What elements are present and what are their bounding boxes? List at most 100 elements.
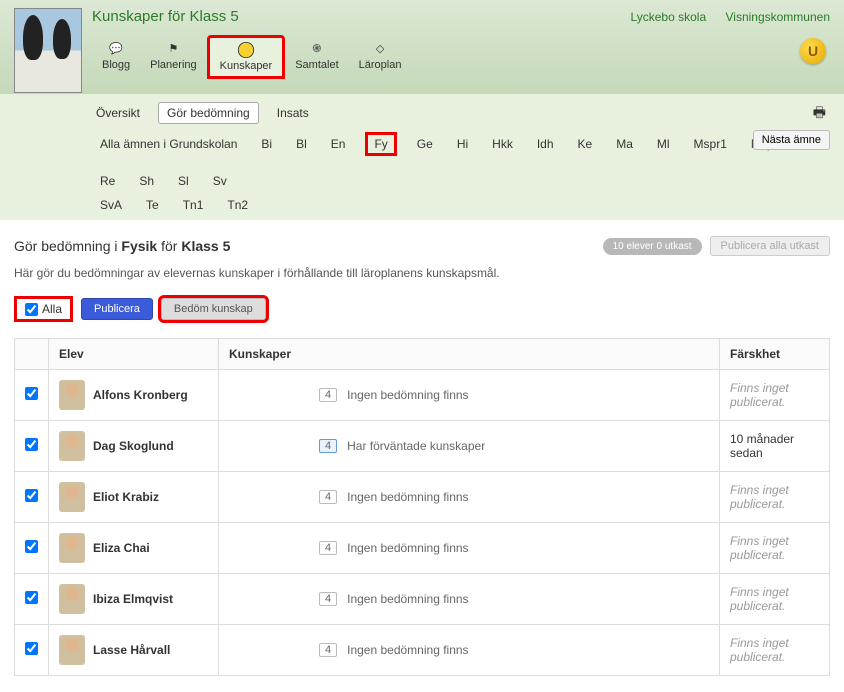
- row-checkbox[interactable]: [25, 438, 38, 451]
- subject-sh[interactable]: Sh: [135, 172, 158, 190]
- table-row: Lasse Hårvall 4Ingen bedömning finns Finns…: [15, 625, 830, 676]
- school-link[interactable]: Lyckebo skola: [631, 10, 707, 24]
- assessment-table: Elev Kunskaper Färskhet Alfons Kronberg4…: [14, 338, 830, 676]
- tab-laroplan[interactable]: ◇ Läroplan: [349, 35, 412, 79]
- publish-all-button[interactable]: Publicera alla utkast: [710, 236, 830, 256]
- student-cell[interactable]: Lasse Hårvall: [59, 635, 208, 665]
- tab-label: Planering: [150, 59, 196, 71]
- title-pre: Gör bedömning i: [14, 238, 121, 254]
- speech-icon: 💬: [105, 39, 127, 57]
- title-class: Klass 5: [181, 238, 230, 254]
- subject-te[interactable]: Te: [142, 196, 163, 214]
- tab-label: Läroplan: [359, 59, 402, 71]
- status-text: Ingen bedömning finns: [347, 388, 468, 402]
- freshness-cell: Finns inget publicerat.: [720, 574, 830, 625]
- select-all-checkbox[interactable]: [25, 303, 38, 316]
- publish-button[interactable]: Publicera: [81, 298, 153, 320]
- subject-sva[interactable]: SvA: [96, 196, 126, 214]
- tab-blogg[interactable]: 💬 Blogg: [92, 35, 140, 79]
- subject-tn2[interactable]: Tn2: [223, 196, 252, 214]
- kunskap-cell: 4Ingen bedömning finns: [229, 541, 709, 555]
- avatar: [59, 431, 85, 461]
- row-checkbox[interactable]: [25, 591, 38, 604]
- municipality-link[interactable]: Visningskommunen: [725, 10, 830, 24]
- user-badge[interactable]: U: [800, 38, 826, 64]
- subject-alla[interactable]: Alla ämnen i Grundskolan: [96, 135, 241, 153]
- target-icon: [236, 42, 256, 58]
- subject-ml[interactable]: Ml: [653, 135, 674, 153]
- subject-bl[interactable]: Bl: [292, 135, 311, 153]
- status-text: Har förväntade kunskaper: [347, 439, 485, 453]
- subject-en[interactable]: En: [327, 135, 350, 153]
- freshness-cell: Finns inget publicerat.: [720, 472, 830, 523]
- subject-fy[interactable]: Fy: [365, 132, 396, 156]
- kunskap-cell: 4Ingen bedömning finns: [229, 490, 709, 504]
- table-row: Ibiza Elmqvist 4 Ingen bedömning finns Finn…: [15, 574, 830, 625]
- student-cell[interactable]: Dag Skoglund: [59, 431, 208, 461]
- subject-ge[interactable]: Ge: [413, 135, 437, 153]
- tab-kunskaper[interactable]: Kunskaper: [207, 35, 286, 79]
- class-image: [14, 8, 82, 93]
- tab-label: Kunskaper: [220, 60, 273, 72]
- table-row: Eliot Krabiz 4Ingen bedömning finns Finns …: [15, 472, 830, 523]
- tab-label: Blogg: [102, 59, 130, 71]
- table-row: Eliza Chai 4Ingen bedömning finns Finns in…: [15, 523, 830, 574]
- subject-tn1[interactable]: Tn1: [179, 196, 208, 214]
- subject-mspr1[interactable]: Mspr1: [690, 135, 731, 153]
- assess-button[interactable]: Bedöm kunskap: [161, 298, 266, 320]
- flag-icon: ⚑: [162, 39, 184, 57]
- subject-hkk[interactable]: Hkk: [488, 135, 517, 153]
- top-links: Lyckebo skola Visningskommunen: [615, 10, 830, 24]
- status-text: Ingen bedömning finns: [347, 592, 468, 606]
- select-all-label: Alla: [42, 302, 62, 316]
- student-cell[interactable]: Eliot Krabiz: [59, 482, 208, 512]
- select-all[interactable]: Alla: [14, 296, 73, 322]
- student-name: Lasse Hårvall: [93, 643, 170, 657]
- content-title: Gör bedömning i Fysik för Klass 5: [14, 238, 230, 254]
- student-name: Dag Skoglund: [93, 439, 174, 453]
- subject-ke[interactable]: Ke: [574, 135, 597, 153]
- subject-sl[interactable]: Sl: [174, 172, 193, 190]
- student-cell[interactable]: Alfons Kronberg: [59, 380, 208, 410]
- swirl-icon: ֍: [306, 39, 328, 57]
- count-badge: 4: [319, 643, 337, 657]
- tab-planering[interactable]: ⚑ Planering: [140, 35, 206, 79]
- freshness-cell: Finns inget publicerat.: [720, 370, 830, 421]
- kunskap-cell: 4Ingen bedömning finns: [229, 643, 709, 657]
- row-checkbox[interactable]: [25, 540, 38, 553]
- book-icon: ◇: [369, 39, 391, 57]
- student-cell[interactable]: Ibiza Elmqvist: [59, 584, 208, 614]
- avatar: [59, 380, 85, 410]
- subnav-insats[interactable]: Insats: [277, 106, 309, 120]
- subject-ma[interactable]: Ma: [612, 135, 637, 153]
- count-badge: 4: [319, 541, 337, 555]
- student-cell[interactable]: Eliza Chai: [59, 533, 208, 563]
- print-icon[interactable]: 🖶: [813, 102, 826, 126]
- next-subject-button[interactable]: Nästa ämne: [753, 130, 830, 150]
- student-name: Eliza Chai: [93, 541, 150, 555]
- table-row: Dag Skoglund 4 Har förväntade kunskaper 10 …: [15, 421, 830, 472]
- row-checkbox[interactable]: [25, 642, 38, 655]
- description: Här gör du bedömningar av elevernas kuns…: [14, 266, 830, 280]
- freshness-cell: 10 månader sedan: [720, 421, 830, 472]
- title-subject: Fysik: [121, 238, 157, 254]
- col-farskhet: Färskhet: [720, 339, 830, 370]
- subject-bi[interactable]: Bi: [257, 135, 276, 153]
- freshness-cell: Finns inget publicerat.: [720, 523, 830, 574]
- student-name: Eliot Krabiz: [93, 490, 159, 504]
- subject-sv[interactable]: Sv: [209, 172, 231, 190]
- count-badge: 4: [319, 439, 337, 453]
- subnav-gor[interactable]: Gör bedömning: [158, 102, 259, 124]
- subject-idh[interactable]: Idh: [533, 135, 558, 153]
- row-checkbox[interactable]: [25, 489, 38, 502]
- row-checkbox[interactable]: [25, 387, 38, 400]
- subject-re[interactable]: Re: [96, 172, 119, 190]
- col-kunskaper: Kunskaper: [219, 339, 720, 370]
- avatar: [59, 533, 85, 563]
- subnav-oversikt[interactable]: Översikt: [96, 106, 140, 120]
- student-count-pill: 10 elever 0 utkast: [603, 238, 702, 255]
- freshness-cell: Finns inget publicerat.: [720, 625, 830, 676]
- count-badge: 4: [319, 592, 337, 606]
- tab-samtalet[interactable]: ֍ Samtalet: [285, 35, 348, 79]
- subject-hi[interactable]: Hi: [453, 135, 472, 153]
